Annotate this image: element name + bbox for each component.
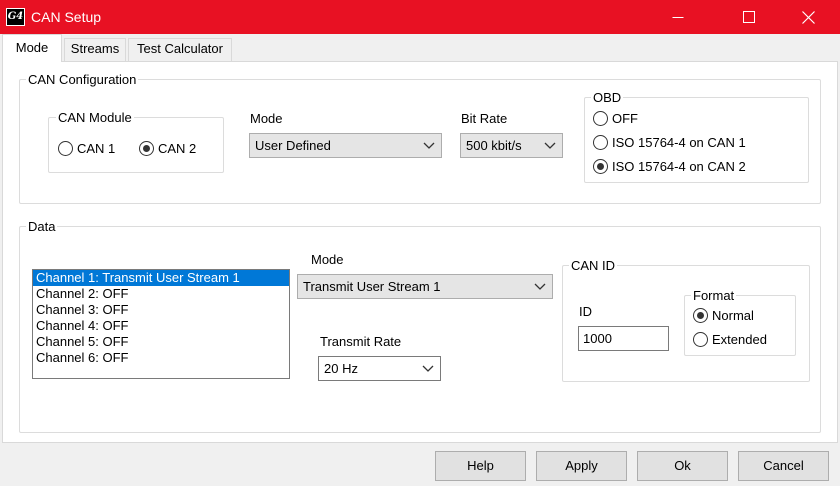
app-icon[interactable]: G4	[6, 8, 25, 26]
list-item[interactable]: Channel 6: OFF	[33, 350, 289, 366]
config-mode-select[interactable]: User Defined	[249, 133, 442, 158]
cancel-button[interactable]: Cancel	[738, 451, 829, 481]
data-mode-select[interactable]: Transmit User Stream 1	[297, 274, 553, 299]
radio-obd-can1-label: ISO 15764-4 on CAN 1	[612, 135, 746, 150]
radio-format-extended-label: Extended	[712, 332, 767, 347]
window-title: CAN Setup	[31, 9, 102, 25]
radio-format-extended-indicator[interactable]	[693, 332, 708, 347]
radio-format-normal-indicator[interactable]	[693, 308, 708, 323]
chevron-down-icon	[423, 142, 435, 149]
format-label: Format	[691, 288, 737, 303]
radio-can2[interactable]: CAN 2	[139, 141, 196, 156]
radio-obd-can2-indicator[interactable]	[593, 159, 608, 174]
radio-can1-label: CAN 1	[77, 141, 116, 156]
list-item[interactable]: Channel 1: Transmit User Stream 1	[33, 270, 289, 286]
transmit-rate-value: 20 Hz	[324, 361, 358, 376]
list-item[interactable]: Channel 3: OFF	[33, 302, 289, 318]
channel-list[interactable]: Channel 1: Transmit User Stream 1 Channe…	[32, 269, 290, 379]
bit-rate-select[interactable]: 500 kbit/s	[460, 133, 563, 158]
maximize-button[interactable]	[726, 0, 772, 34]
radio-obd-off-label: OFF	[612, 111, 638, 126]
radio-obd-off[interactable]: OFF	[593, 111, 638, 126]
bit-rate-label: Bit Rate	[461, 111, 508, 126]
tab-streams[interactable]: Streams	[64, 38, 126, 62]
close-icon	[801, 10, 815, 24]
config-mode-value: User Defined	[255, 138, 331, 153]
can-id-label: CAN ID	[569, 258, 618, 273]
chevron-down-icon	[544, 142, 556, 149]
data-label: Data	[26, 219, 58, 234]
tab-strip	[0, 34, 840, 60]
help-button[interactable]: Help	[435, 451, 526, 481]
radio-obd-can1[interactable]: ISO 15764-4 on CAN 1	[593, 135, 746, 150]
radio-format-extended[interactable]: Extended	[693, 332, 767, 347]
id-label: ID	[579, 304, 592, 319]
id-field[interactable]: 1000	[578, 326, 669, 351]
transmit-rate-select[interactable]: 20 Hz	[318, 356, 441, 381]
minimize-icon	[672, 17, 684, 18]
list-item[interactable]: Channel 2: OFF	[33, 286, 289, 302]
chevron-down-icon	[534, 283, 546, 290]
radio-obd-can2-label: ISO 15764-4 on CAN 2	[612, 159, 746, 174]
apply-button[interactable]: Apply	[536, 451, 627, 481]
bit-rate-value: 500 kbit/s	[466, 138, 522, 153]
radio-obd-off-indicator[interactable]	[593, 111, 608, 126]
list-item[interactable]: Channel 4: OFF	[33, 318, 289, 334]
radio-can1-indicator[interactable]	[58, 141, 73, 156]
tab-test-calculator[interactable]: Test Calculator	[128, 38, 232, 62]
radio-can2-indicator[interactable]	[139, 141, 154, 156]
radio-can2-label: CAN 2	[158, 141, 197, 156]
close-button[interactable]	[785, 0, 831, 34]
tab-mode[interactable]: Mode	[2, 34, 62, 62]
transmit-rate-label: Transmit Rate	[320, 334, 402, 349]
ok-button[interactable]: Ok	[637, 451, 728, 481]
maximize-icon	[743, 11, 755, 23]
radio-format-normal[interactable]: Normal	[693, 308, 754, 323]
chevron-down-icon	[422, 365, 434, 372]
can-module-label: CAN Module	[56, 110, 134, 125]
minimize-button[interactable]	[655, 0, 701, 34]
radio-obd-can1-indicator[interactable]	[593, 135, 608, 150]
radio-obd-can2[interactable]: ISO 15764-4 on CAN 2	[593, 159, 746, 174]
config-mode-label: Mode	[250, 111, 283, 126]
data-mode-label: Mode	[311, 252, 344, 267]
title-bar[interactable]: G4 CAN Setup	[0, 0, 840, 34]
data-mode-value: Transmit User Stream 1	[303, 279, 441, 294]
radio-format-normal-label: Normal	[712, 308, 754, 323]
list-item[interactable]: Channel 5: OFF	[33, 334, 289, 350]
obd-label: OBD	[591, 90, 624, 105]
can-configuration-label: CAN Configuration	[26, 72, 139, 87]
radio-can1[interactable]: CAN 1	[58, 141, 115, 156]
